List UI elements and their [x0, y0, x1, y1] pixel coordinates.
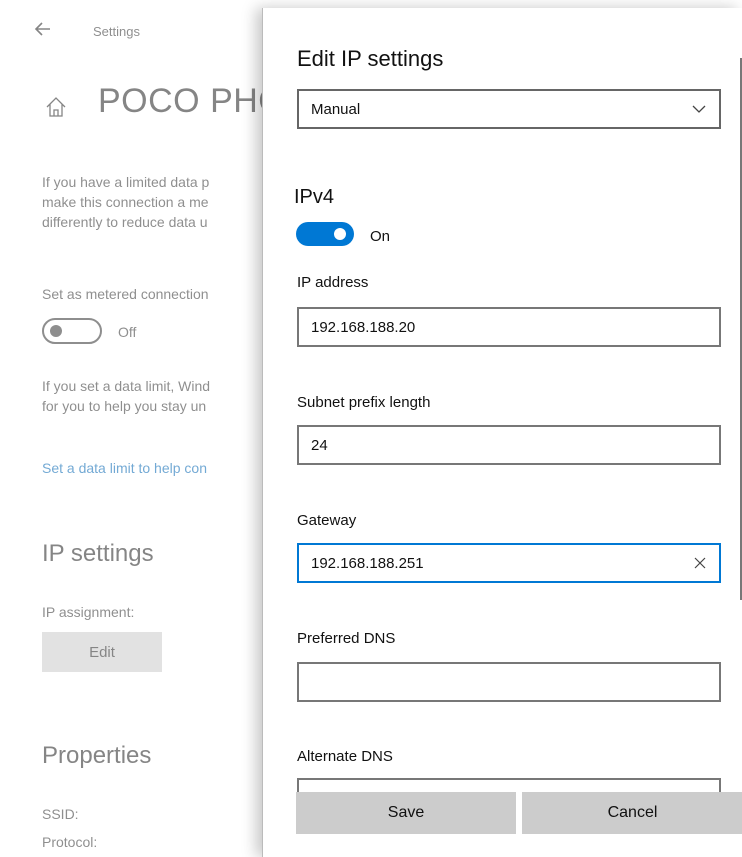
ip-address-label: IP address	[297, 274, 369, 291]
subnet-prefix-value: 24	[311, 436, 328, 454]
back-arrow-icon	[34, 22, 50, 36]
ip-mode-select[interactable]: Manual	[297, 89, 721, 129]
preferred-dns-label: Preferred DNS	[297, 630, 396, 647]
data-limit-description: If you set a data limit, Wind for you to…	[42, 376, 282, 416]
ip-mode-selected-value: Manual	[311, 100, 361, 118]
edit-ip-settings-dialog: Edit IP settings Manual IPv4 On IP addre…	[262, 8, 742, 857]
metered-connection-label: Set as metered connection	[42, 286, 209, 302]
ip-settings-heading: IP settings	[42, 540, 154, 567]
description-line: differently to reduce data u	[42, 214, 208, 230]
gateway-value: 192.168.188.251	[311, 554, 424, 572]
description-line: If you set a data limit, Wind	[42, 378, 211, 394]
preferred-dns-input[interactable]	[297, 662, 721, 702]
ip-address-input[interactable]: 192.168.188.20	[297, 307, 721, 347]
dialog-title: Edit IP settings	[297, 46, 444, 71]
metered-toggle[interactable]	[42, 318, 102, 344]
properties-heading: Properties	[42, 742, 152, 769]
toggle-knob	[334, 228, 346, 240]
gateway-input[interactable]: 192.168.188.251	[297, 543, 721, 583]
subnet-prefix-input[interactable]: 24	[297, 425, 721, 465]
ip-address-value: 192.168.188.20	[311, 318, 416, 336]
ipv4-toggle-state: On	[370, 228, 391, 245]
save-button[interactable]: Save	[296, 792, 516, 834]
ssid-label: SSID:	[42, 806, 79, 822]
back-button[interactable]	[34, 20, 54, 40]
chevron-down-icon	[692, 105, 706, 113]
home-icon	[44, 95, 68, 119]
ipv4-toggle[interactable]	[296, 222, 354, 246]
data-limit-link[interactable]: Set a data limit to help con	[42, 460, 207, 476]
subnet-prefix-label: Subnet prefix length	[297, 394, 431, 411]
edit-ip-button[interactable]: Edit	[42, 632, 162, 672]
protocol-label: Protocol:	[42, 834, 98, 850]
description-line: If you have a limited data p	[42, 174, 210, 190]
description-line: make this connection a me	[42, 194, 209, 210]
clear-icon[interactable]	[693, 556, 707, 570]
cancel-button[interactable]: Cancel	[522, 792, 742, 834]
metered-description: If you have a limited data p make this c…	[42, 172, 282, 232]
settings-nav-title: Settings	[93, 24, 140, 39]
ip-assignment-label: IP assignment:	[42, 604, 135, 620]
gateway-label: Gateway	[297, 512, 357, 529]
description-line: for you to help you stay un	[42, 398, 207, 414]
toggle-knob	[50, 325, 62, 337]
ipv4-heading: IPv4	[294, 186, 335, 208]
metered-toggle-state: Off	[118, 324, 137, 340]
alternate-dns-label: Alternate DNS	[297, 748, 393, 765]
network-name-title: POCO PHO	[98, 82, 286, 120]
